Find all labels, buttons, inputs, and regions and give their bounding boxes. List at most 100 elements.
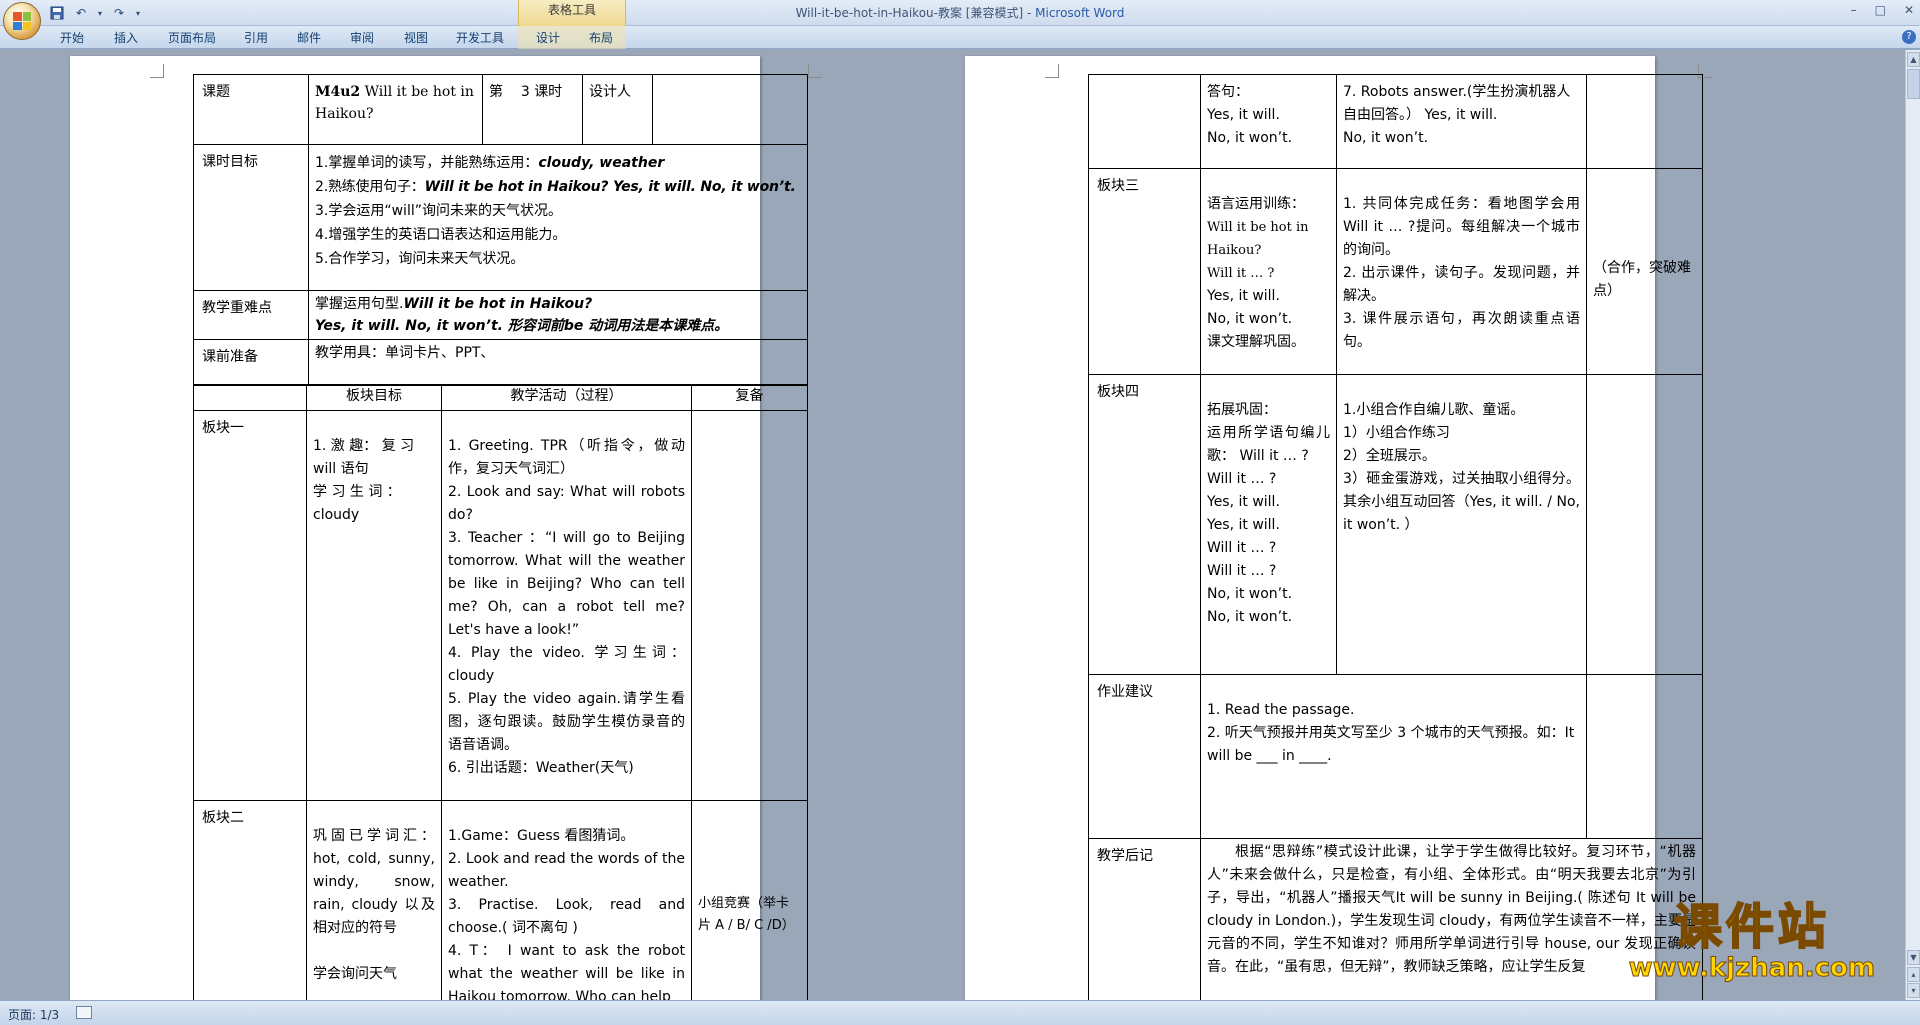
- objective-keywords: cloudy, weather: [538, 155, 665, 171]
- focus-label: 教学重难点: [193, 290, 309, 340]
- block-2-activity: 1.Game：Guess 看图猜词。 2. Look and read the …: [441, 800, 692, 1000]
- goal-line: No, it won’t.: [1207, 311, 1293, 327]
- help-icon[interactable]: ?: [1902, 30, 1916, 44]
- designer-value[interactable]: [652, 74, 808, 145]
- column-header-note: 复备: [691, 384, 808, 411]
- watermark-url: www.kjzhan.com: [1628, 953, 1875, 983]
- table-row: 板块四 拓展巩固： 运用所学语句编儿歌： Will it … ? Will it…: [1088, 374, 1703, 675]
- page-1[interactable]: 课题 M4u2 Will it be hot in Haikou? 第 3 课时…: [70, 56, 822, 1000]
- table-row: 板块三 语言运用训练： Will it be hot in Haikou? Wi…: [1088, 168, 1703, 375]
- tab-mailings[interactable]: 邮件: [297, 29, 321, 46]
- tab-insert[interactable]: 插入: [114, 29, 138, 46]
- activity-line: No, it won’t.: [1343, 130, 1429, 146]
- scroll-thumb[interactable]: [1907, 69, 1920, 99]
- minimize-button[interactable]: –: [1851, 3, 1857, 17]
- homework-line: 2. 听天气预报并用英文写至少 3 个城市的天气预报。如：It will be …: [1207, 725, 1575, 764]
- block-4-activity: 1.小组合作自编儿歌、童谣。 1）小组合作练习 2）全班展示。 3）砸金蛋游戏，…: [1336, 374, 1587, 675]
- row0-goal: 答句： Yes, it will. No, it won’t.: [1200, 74, 1337, 169]
- homework-line: 1. Read the passage.: [1207, 702, 1355, 718]
- vertical-scrollbar[interactable]: ▲ ▼ ▴ ▾: [1905, 50, 1920, 1000]
- tab-developer[interactable]: 开发工具: [456, 29, 504, 46]
- reflection-label: 教学后记: [1088, 838, 1201, 1000]
- focus-line: Yes, it will. No, it won’t. 形容词前be 动词用法是…: [315, 318, 729, 334]
- table-row: 答句： Yes, it will. No, it won’t. 7. Robot…: [1088, 74, 1703, 169]
- activity-line: 1. 共同体完成任务：看地图学会用 Will it … ?提问。每组解决一个城市…: [1343, 196, 1580, 258]
- block-3-note: （合作，突破难点）: [1586, 168, 1703, 375]
- column-header-goal: 板块目标: [306, 384, 442, 411]
- activity-line: 4. T： I want to ask the robot what the w…: [448, 943, 685, 1000]
- status-bar: 页面: 1/3: [0, 1000, 1920, 1025]
- row0-note[interactable]: [1586, 74, 1703, 169]
- topic-code: M4u2: [315, 84, 361, 100]
- objectives-label: 课时目标: [193, 144, 309, 291]
- block-3-label: 板块三: [1088, 168, 1201, 375]
- scroll-up-icon[interactable]: ▲: [1907, 52, 1920, 67]
- table-row: 板块目标 教学活动（过程） 复备: [193, 384, 808, 411]
- goal-line: [313, 940, 435, 963]
- reflection-cell: 根据“思辩练”模式设计此课，让学于学生做得比较好。复习环节，“机器人”未来会做什…: [1200, 838, 1703, 1000]
- tab-view[interactable]: 视图: [404, 29, 428, 46]
- next-page-icon[interactable]: ▾: [1907, 983, 1920, 998]
- period-prefix: 第: [489, 84, 503, 100]
- goal-line: Will it … ?: [1207, 266, 1275, 281]
- homework-note[interactable]: [1586, 674, 1703, 839]
- activity-line: 2. Look and read the words of the weathe…: [448, 851, 685, 890]
- activity-line: 3. 课件展示语句，再次朗读重点语句。: [1343, 311, 1580, 350]
- tab-review[interactable]: 审阅: [350, 29, 374, 46]
- tab-home[interactable]: 开始: [60, 29, 84, 46]
- app-name: Microsoft Word: [1035, 6, 1125, 20]
- tab-design[interactable]: 设计: [536, 29, 560, 46]
- focus-sentence: Will it be hot in Haikou?: [403, 296, 593, 312]
- goal-line: Will it … ?: [1207, 563, 1277, 579]
- objective-text: 1.掌握单词的读写，并能熟练运用：: [315, 155, 539, 171]
- continued-label: [1088, 74, 1201, 169]
- block-3-goal: 语言运用训练： Will it be hot in Haikou? Will i…: [1200, 168, 1337, 375]
- objective-line: 5.合作学习，询问未来天气状况。: [315, 251, 525, 267]
- close-button[interactable]: ✕: [1904, 3, 1914, 17]
- crop-mark: [1045, 64, 1059, 78]
- office-button[interactable]: [3, 2, 41, 40]
- focus-cell: 掌握运用句型.Will it be hot in Haikou? Yes, it…: [308, 290, 808, 340]
- activity-line: 1.Game：Guess 看图猜词。: [448, 828, 635, 844]
- homework-label: 作业建议: [1088, 674, 1201, 839]
- goal-line: 1. 激 趣： 复 习: [313, 438, 415, 454]
- tab-layout[interactable]: 布局: [589, 29, 613, 46]
- table-row: 板块一 1. 激 趣： 复 习 will 语句 学 习 生 词 ： cloudy…: [193, 410, 808, 801]
- period-number: 3: [520, 84, 530, 100]
- column-header-activity: 教学活动（过程）: [441, 384, 692, 411]
- goal-line: 语言运用训练：: [1207, 196, 1305, 212]
- block-4-note[interactable]: [1586, 374, 1703, 675]
- office-logo-icon: [13, 12, 31, 30]
- designer-label: 设计人: [582, 74, 653, 145]
- activity-line: 2. 出示课件，读句子。发现问题，并解决。: [1343, 265, 1580, 304]
- goal-line: 运用所学语句编儿歌： Will it … ?: [1207, 425, 1330, 464]
- lesson-plan-table-activities: 板块目标 教学活动（过程） 复备 板块一 1. 激 趣： 复 习 will 语句…: [193, 384, 808, 1000]
- page-indicator[interactable]: 页面: 1/3: [8, 1006, 59, 1023]
- tab-references[interactable]: 引用: [244, 29, 268, 46]
- table-row: 课题 M4u2 Will it be hot in Haikou? 第 3 课时…: [193, 74, 808, 145]
- block-4-goal: 拓展巩固： 运用所学语句编儿歌： Will it … ? Will it … ?…: [1200, 374, 1337, 675]
- page-2[interactable]: 答句： Yes, it will. No, it won’t. 7. Robot…: [965, 56, 1712, 1000]
- proofing-icon[interactable]: [76, 1006, 92, 1019]
- period-cell: 第 3 课时: [482, 74, 583, 145]
- crop-mark: [150, 64, 164, 78]
- activity-line: 4. Play the video. 学习生词：cloudy: [448, 645, 685, 684]
- document-title: Will-it-be-hot-in-Haikou-教案 [兼容模式] -: [795, 6, 1036, 20]
- document-workspace[interactable]: 课题 M4u2 Will it be hot in Haikou? 第 3 课时…: [0, 50, 1905, 1000]
- title-bar: ↶ ▾ ↷ ▾ 表格工具 Will-it-be-hot-in-Haikou-教案…: [0, 0, 1920, 26]
- scroll-down-icon[interactable]: ▼: [1907, 950, 1920, 965]
- previous-page-icon[interactable]: ▴: [1907, 967, 1920, 982]
- goal-line: Yes, it will.: [1207, 107, 1280, 123]
- table-row: 课时目标 1.掌握单词的读写，并能熟练运用：cloudy, weather 2.…: [193, 144, 808, 291]
- tab-page-layout[interactable]: 页面布局: [168, 29, 216, 46]
- activity-line: 2）全班展示。: [1343, 448, 1436, 464]
- goal-line: Will it … ?: [1207, 540, 1277, 556]
- watermark-logo: 课件站 www.kjzhan.com: [1628, 899, 1875, 983]
- block-1-note[interactable]: [691, 410, 808, 801]
- table-row: 板块二 巩固已学词汇：hot, cold, sunny, windy, snow…: [193, 800, 808, 1000]
- objective-line: 1.掌握单词的读写，并能熟练运用：cloudy, weather: [315, 151, 801, 175]
- lesson-plan-table-top: 课题 M4u2 Will it be hot in Haikou? 第 3 课时…: [193, 74, 808, 386]
- objective-line: 2.熟练使用句子：Will it be hot in Haikou? Yes, …: [315, 175, 801, 199]
- maximize-button[interactable]: □: [1875, 3, 1886, 17]
- goal-line: 巩固已学词汇：hot, cold, sunny, windy, snow, ra…: [313, 828, 435, 936]
